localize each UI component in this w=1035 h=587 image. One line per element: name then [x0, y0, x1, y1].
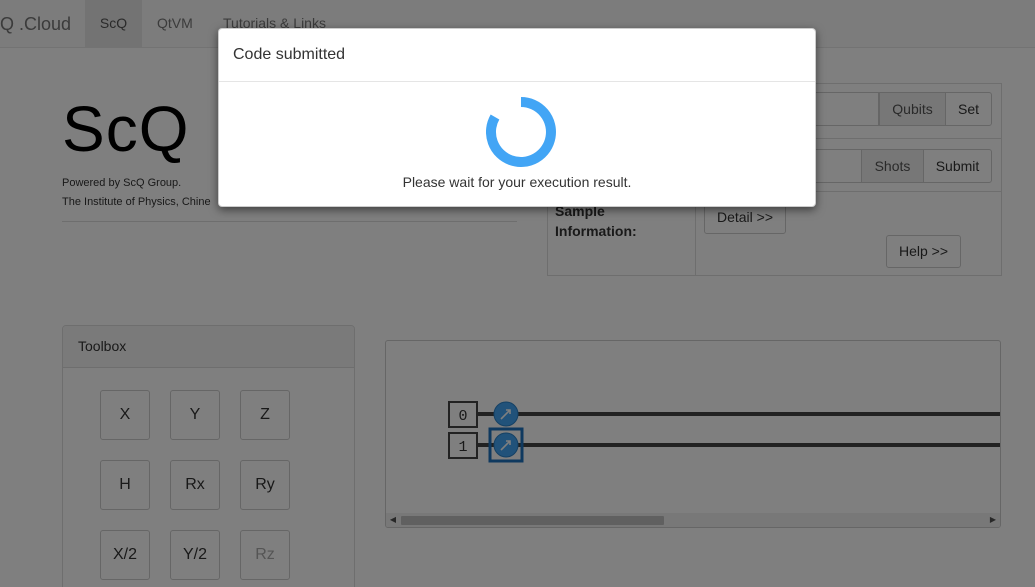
- code-submitted-modal: Code submitted Please wait for your exec…: [218, 28, 816, 207]
- loading-spinner-icon: [486, 97, 556, 167]
- modal-message: Please wait for your execution result.: [402, 174, 632, 190]
- modal-title: Code submitted: [219, 29, 815, 82]
